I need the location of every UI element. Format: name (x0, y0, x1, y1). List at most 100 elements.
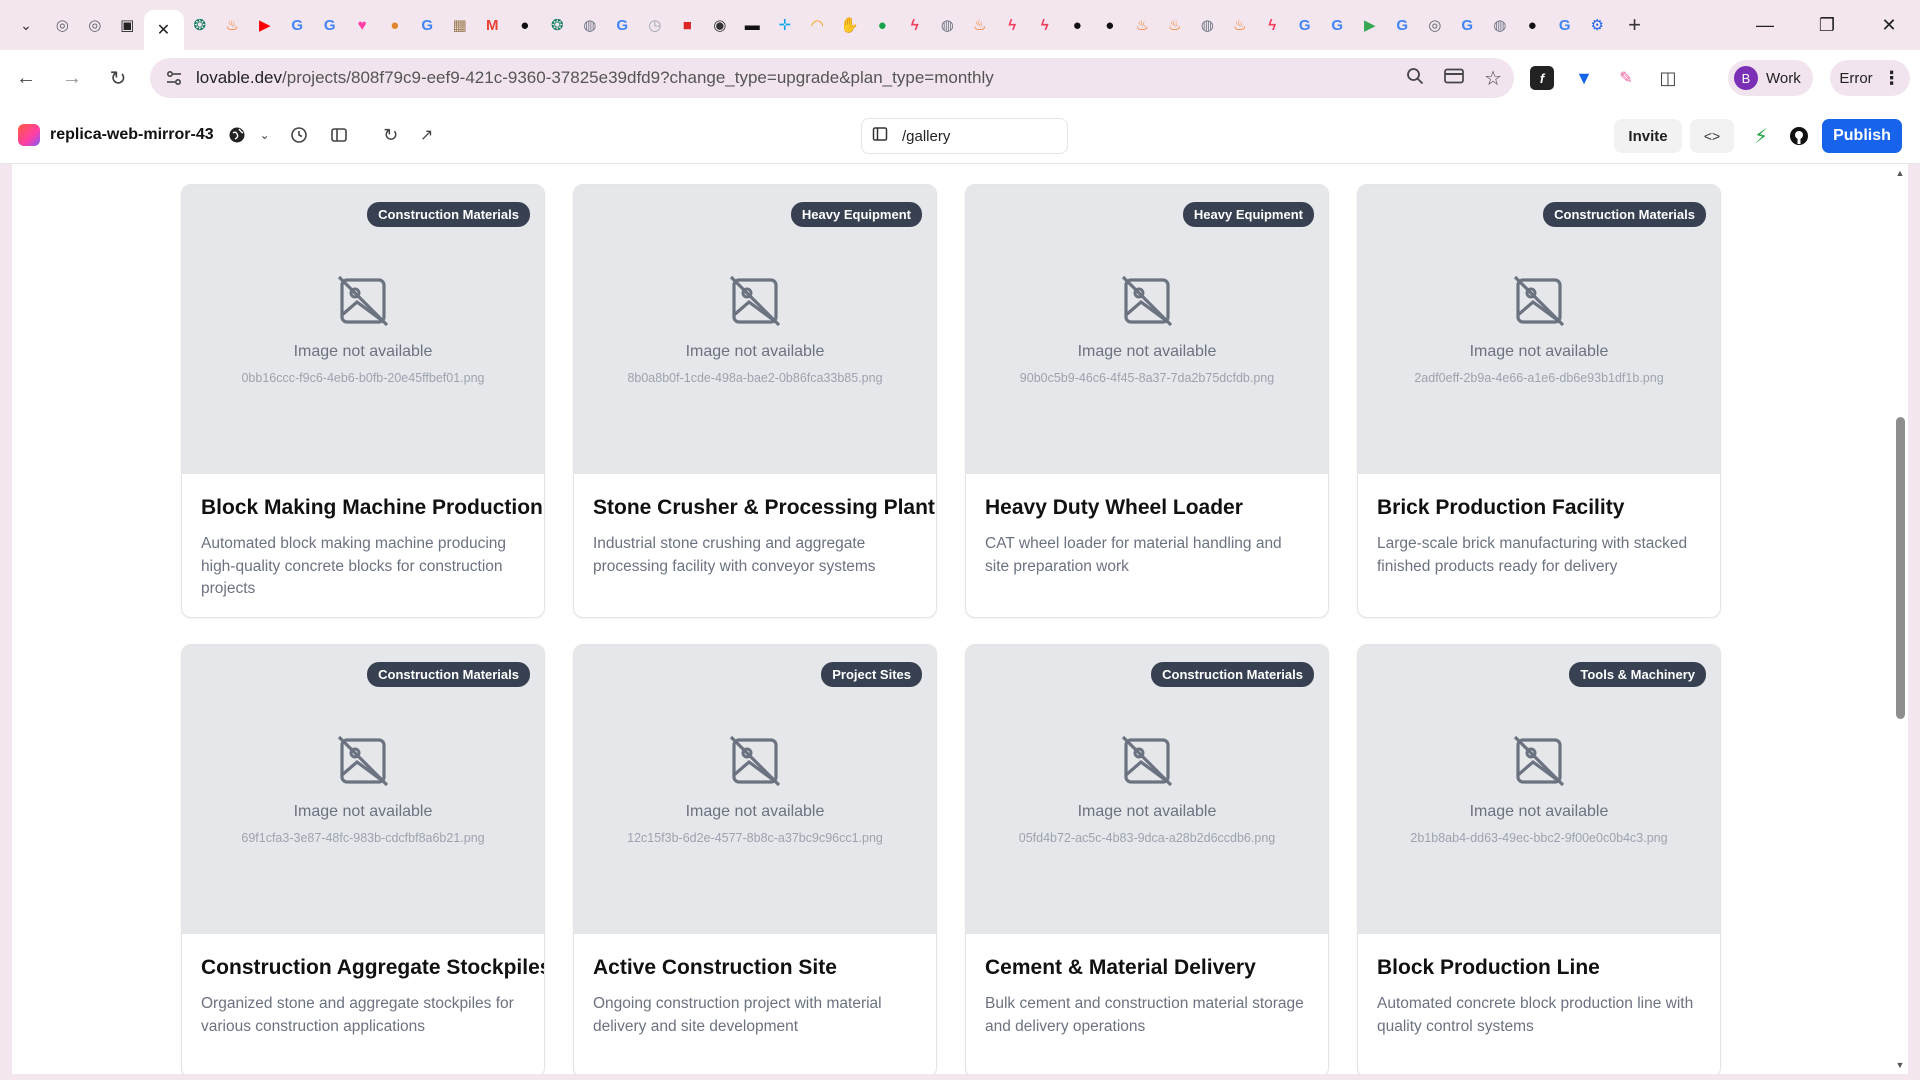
tab[interactable]: ϟ (1256, 7, 1289, 43)
gallery-card[interactable]: Heavy Equipment Image not available 90b0… (965, 184, 1329, 618)
card-icon[interactable] (1444, 68, 1464, 89)
tab[interactable]: ◍ (931, 7, 964, 43)
tab[interactable]: ✋ (834, 7, 867, 43)
invite-button[interactable]: Invite (1614, 119, 1682, 153)
bolt-icon[interactable]: ⚡ (1746, 121, 1776, 151)
gallery-card[interactable]: Tools & Machinery Image not available 2b… (1357, 644, 1721, 1074)
tab[interactable]: G (1321, 7, 1354, 43)
gallery-card[interactable]: Construction Materials Image not availab… (181, 184, 545, 618)
tab[interactable]: ◠ (801, 7, 834, 43)
site-info-icon[interactable] (158, 69, 190, 87)
gallery-card[interactable]: Project Sites Image not available 12c15f… (573, 644, 937, 1074)
lovable-logo-icon[interactable] (18, 124, 40, 146)
sidebar-toggle-icon[interactable] (322, 118, 356, 152)
tab[interactable]: ● (379, 7, 412, 43)
tab[interactable]: G (1549, 7, 1582, 43)
route-path-field[interactable]: /gallery (861, 118, 1068, 154)
color-picker-extension-icon[interactable]: ✎ (1614, 66, 1638, 90)
scroll-up-arrow-icon[interactable]: ▲ (1895, 168, 1905, 178)
github-icon[interactable] (1784, 121, 1814, 151)
image-filename: 2b1b8ab4-dd63-49ec-bbc2-9f00e0c0b4c3.png (1410, 831, 1668, 845)
gallery-card[interactable]: Construction Materials Image not availab… (965, 644, 1329, 1074)
tab[interactable]: ▶ (249, 7, 282, 43)
address-bar[interactable]: lovable.dev/projects/808f79c9-eef9-421c-… (150, 58, 1514, 98)
gallery-card[interactable]: Construction Materials Image not availab… (181, 644, 545, 1074)
tab[interactable]: ● (1516, 7, 1549, 43)
tab[interactable]: ▣ (111, 7, 144, 43)
puzzle-extensions-icon[interactable]: ◫ (1656, 66, 1680, 90)
tab[interactable]: ❂ (541, 7, 574, 43)
tab[interactable]: ♨ (1224, 7, 1257, 43)
back-button[interactable]: ← (6, 59, 46, 99)
project-name[interactable]: replica-web-mirror-43 (50, 126, 214, 144)
restore-button[interactable]: ❐ (1796, 0, 1858, 50)
tab[interactable]: ◎ (1419, 7, 1452, 43)
tab[interactable]: ● (1094, 7, 1127, 43)
open-external-icon[interactable]: ↗ (410, 118, 444, 152)
scroll-down-arrow-icon[interactable]: ▼ (1895, 1060, 1905, 1070)
tab[interactable]: ● (1061, 7, 1094, 43)
formula-extension-icon[interactable]: f (1530, 66, 1554, 90)
profile-button[interactable]: B Work (1728, 60, 1813, 96)
tab[interactable]: ▶ (1354, 7, 1387, 43)
publish-button[interactable]: Publish (1822, 119, 1902, 153)
forward-button[interactable]: → (52, 59, 92, 99)
refresh-preview-icon[interactable]: ↻ (374, 118, 408, 152)
tab[interactable]: G (314, 7, 347, 43)
code-view-button[interactable]: <> (1690, 119, 1734, 153)
tab[interactable]: G (281, 7, 314, 43)
tab[interactable]: ● (509, 7, 542, 43)
close-window-button[interactable]: ✕ (1858, 0, 1920, 50)
scrollbar-thumb[interactable] (1896, 417, 1905, 719)
tab[interactable]: ♥ (346, 7, 379, 43)
reload-button[interactable]: ↻ (98, 59, 138, 99)
tab[interactable]: ♨ (1126, 7, 1159, 43)
scrollbar[interactable]: ▲ ▼ (1892, 164, 1908, 1074)
tab[interactable]: ◷ (639, 7, 672, 43)
history-icon[interactable] (282, 118, 316, 152)
gallery-card[interactable]: Heavy Equipment Image not available 8b0a… (573, 184, 937, 618)
tab-search-button[interactable]: ⌄ (12, 11, 40, 39)
image-filename: 2adf0eff-2b9a-4e66-a1e6-db6e93b1df1b.png (1414, 371, 1664, 385)
tab[interactable]: ϟ (899, 7, 932, 43)
vee-extension-icon[interactable]: ▼ (1572, 66, 1596, 90)
tab[interactable]: ◍ (1191, 7, 1224, 43)
tab[interactable]: ▬ (736, 7, 769, 43)
tab[interactable]: ❂ (184, 7, 217, 43)
tab[interactable]: G (1289, 7, 1322, 43)
chevron-down-icon[interactable]: ⌄ (254, 118, 276, 152)
tab[interactable]: G (1386, 7, 1419, 43)
tab[interactable]: ♨ (1159, 7, 1192, 43)
tab[interactable]: ◍ (574, 7, 607, 43)
tab[interactable]: ⚙ (1581, 7, 1614, 43)
tab[interactable]: ◎ (79, 7, 112, 43)
tab[interactable]: G (606, 7, 639, 43)
kebab-menu-icon[interactable]: ⋮ (1883, 68, 1901, 89)
tab[interactable]: ♨ (964, 7, 997, 43)
tab[interactable]: G (411, 7, 444, 43)
new-tab-button[interactable]: + (1620, 10, 1650, 40)
tab[interactable]: G (1451, 7, 1484, 43)
gallery-card[interactable]: Construction Materials Image not availab… (1357, 184, 1721, 618)
tab[interactable]: ▦ (444, 7, 477, 43)
zoom-icon[interactable] (1406, 67, 1424, 90)
url-text[interactable]: lovable.dev/projects/808f79c9-eef9-421c-… (196, 68, 994, 88)
tab[interactable]: ♨ (216, 7, 249, 43)
tab[interactable]: ✛ (769, 7, 802, 43)
bookmark-star-icon[interactable]: ☆ (1484, 66, 1502, 91)
error-button[interactable]: Error ⋮ (1830, 60, 1910, 96)
tab[interactable]: ◎ (46, 7, 79, 43)
close-tab-icon[interactable]: ✕ (155, 21, 173, 39)
minimize-button[interactable]: — (1734, 0, 1796, 50)
tab-active[interactable]: ✕ (143, 10, 184, 50)
tab[interactable]: ■ (671, 7, 704, 43)
tab[interactable]: ◉ (704, 7, 737, 43)
tab[interactable]: ◍ (1484, 7, 1517, 43)
card-description: Automated concrete block production line… (1377, 995, 1694, 1035)
tab[interactable]: M (476, 7, 509, 43)
tab[interactable]: ϟ (1029, 7, 1062, 43)
image-unavailable-text: Image not available (293, 343, 433, 360)
tab[interactable]: ● (866, 7, 899, 43)
tab[interactable]: ϟ (996, 7, 1029, 43)
globe-icon[interactable] (220, 118, 254, 152)
